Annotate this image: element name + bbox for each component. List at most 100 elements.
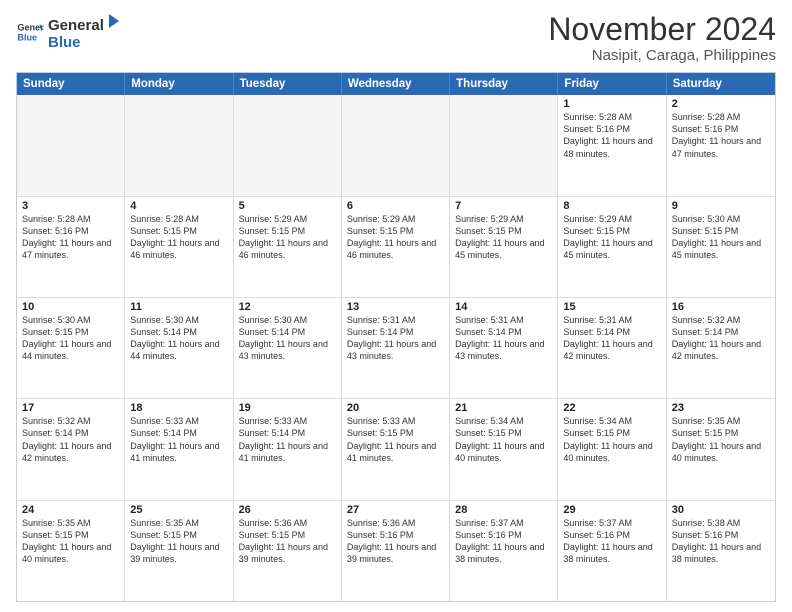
day-cell-24: 24Sunrise: 5:35 AMSunset: 5:15 PMDayligh… (17, 501, 125, 601)
day-number: 9 (672, 200, 770, 212)
day-cell-14: 14Sunrise: 5:31 AMSunset: 5:14 PMDayligh… (450, 298, 558, 398)
day-number: 5 (239, 200, 336, 212)
day-number: 2 (672, 98, 770, 110)
day-cell-9: 9Sunrise: 5:30 AMSunset: 5:15 PMDaylight… (667, 197, 775, 297)
logo: General Blue General Blue (16, 12, 124, 52)
cell-info: Sunrise: 5:31 AMSunset: 5:14 PMDaylight:… (455, 314, 552, 363)
cell-info: Sunrise: 5:37 AMSunset: 5:16 PMDaylight:… (455, 517, 552, 566)
cell-info: Sunrise: 5:36 AMSunset: 5:16 PMDaylight:… (347, 517, 444, 566)
day-cell-16: 16Sunrise: 5:32 AMSunset: 5:14 PMDayligh… (667, 298, 775, 398)
logo-general: General (48, 17, 104, 34)
cell-info: Sunrise: 5:31 AMSunset: 5:14 PMDaylight:… (563, 314, 660, 363)
calendar-week-3: 10Sunrise: 5:30 AMSunset: 5:15 PMDayligh… (17, 298, 775, 399)
month-title: November 2024 (548, 12, 776, 47)
cell-info: Sunrise: 5:29 AMSunset: 5:15 PMDaylight:… (347, 213, 444, 262)
day-cell-22: 22Sunrise: 5:34 AMSunset: 5:15 PMDayligh… (558, 399, 666, 499)
empty-cell (234, 95, 342, 195)
day-cell-10: 10Sunrise: 5:30 AMSunset: 5:15 PMDayligh… (17, 298, 125, 398)
day-cell-12: 12Sunrise: 5:30 AMSunset: 5:14 PMDayligh… (234, 298, 342, 398)
cell-info: Sunrise: 5:28 AMSunset: 5:16 PMDaylight:… (672, 111, 770, 160)
day-number: 27 (347, 504, 444, 516)
logo-icon: General Blue (16, 18, 44, 46)
day-cell-13: 13Sunrise: 5:31 AMSunset: 5:14 PMDayligh… (342, 298, 450, 398)
cell-info: Sunrise: 5:30 AMSunset: 5:14 PMDaylight:… (130, 314, 227, 363)
day-number: 24 (22, 504, 119, 516)
header-day-tuesday: Tuesday (234, 73, 342, 95)
day-cell-23: 23Sunrise: 5:35 AMSunset: 5:15 PMDayligh… (667, 399, 775, 499)
day-number: 21 (455, 402, 552, 414)
calendar-week-2: 3Sunrise: 5:28 AMSunset: 5:16 PMDaylight… (17, 197, 775, 298)
day-number: 17 (22, 402, 119, 414)
day-cell-2: 2Sunrise: 5:28 AMSunset: 5:16 PMDaylight… (667, 95, 775, 195)
cell-info: Sunrise: 5:33 AMSunset: 5:15 PMDaylight:… (347, 415, 444, 464)
day-number: 23 (672, 402, 770, 414)
day-number: 15 (563, 301, 660, 313)
day-cell-20: 20Sunrise: 5:33 AMSunset: 5:15 PMDayligh… (342, 399, 450, 499)
cell-info: Sunrise: 5:34 AMSunset: 5:15 PMDaylight:… (455, 415, 552, 464)
day-number: 16 (672, 301, 770, 313)
cell-info: Sunrise: 5:36 AMSunset: 5:15 PMDaylight:… (239, 517, 336, 566)
day-cell-17: 17Sunrise: 5:32 AMSunset: 5:14 PMDayligh… (17, 399, 125, 499)
day-number: 7 (455, 200, 552, 212)
header-day-friday: Friday (558, 73, 666, 95)
day-cell-21: 21Sunrise: 5:34 AMSunset: 5:15 PMDayligh… (450, 399, 558, 499)
header: General Blue General Blue November 2024 … (16, 12, 776, 64)
day-cell-15: 15Sunrise: 5:31 AMSunset: 5:14 PMDayligh… (558, 298, 666, 398)
cell-info: Sunrise: 5:35 AMSunset: 5:15 PMDaylight:… (672, 415, 770, 464)
day-cell-28: 28Sunrise: 5:37 AMSunset: 5:16 PMDayligh… (450, 501, 558, 601)
day-number: 8 (563, 200, 660, 212)
cell-info: Sunrise: 5:38 AMSunset: 5:16 PMDaylight:… (672, 517, 770, 566)
day-cell-19: 19Sunrise: 5:33 AMSunset: 5:14 PMDayligh… (234, 399, 342, 499)
cell-info: Sunrise: 5:32 AMSunset: 5:14 PMDaylight:… (672, 314, 770, 363)
header-day-sunday: Sunday (17, 73, 125, 95)
header-day-wednesday: Wednesday (342, 73, 450, 95)
day-cell-7: 7Sunrise: 5:29 AMSunset: 5:15 PMDaylight… (450, 197, 558, 297)
cell-info: Sunrise: 5:28 AMSunset: 5:16 PMDaylight:… (22, 213, 119, 262)
cell-info: Sunrise: 5:30 AMSunset: 5:14 PMDaylight:… (239, 314, 336, 363)
empty-cell (450, 95, 558, 195)
day-number: 30 (672, 504, 770, 516)
calendar-body: 1Sunrise: 5:28 AMSunset: 5:16 PMDaylight… (17, 95, 775, 601)
day-number: 14 (455, 301, 552, 313)
day-number: 13 (347, 301, 444, 313)
cell-info: Sunrise: 5:35 AMSunset: 5:15 PMDaylight:… (22, 517, 119, 566)
header-day-monday: Monday (125, 73, 233, 95)
day-number: 3 (22, 200, 119, 212)
day-cell-3: 3Sunrise: 5:28 AMSunset: 5:16 PMDaylight… (17, 197, 125, 297)
cell-info: Sunrise: 5:37 AMSunset: 5:16 PMDaylight:… (563, 517, 660, 566)
cell-info: Sunrise: 5:29 AMSunset: 5:15 PMDaylight:… (455, 213, 552, 262)
day-number: 6 (347, 200, 444, 212)
logo-text: General Blue (48, 12, 124, 52)
location-title: Nasipit, Caraga, Philippines (548, 47, 776, 64)
cell-info: Sunrise: 5:35 AMSunset: 5:15 PMDaylight:… (130, 517, 227, 566)
cell-info: Sunrise: 5:30 AMSunset: 5:15 PMDaylight:… (672, 213, 770, 262)
cell-info: Sunrise: 5:28 AMSunset: 5:15 PMDaylight:… (130, 213, 227, 262)
day-cell-27: 27Sunrise: 5:36 AMSunset: 5:16 PMDayligh… (342, 501, 450, 601)
day-cell-26: 26Sunrise: 5:36 AMSunset: 5:15 PMDayligh… (234, 501, 342, 601)
calendar-header: SundayMondayTuesdayWednesdayThursdayFrid… (17, 73, 775, 95)
cell-info: Sunrise: 5:34 AMSunset: 5:15 PMDaylight:… (563, 415, 660, 464)
cell-info: Sunrise: 5:32 AMSunset: 5:14 PMDaylight:… (22, 415, 119, 464)
day-number: 20 (347, 402, 444, 414)
cell-info: Sunrise: 5:29 AMSunset: 5:15 PMDaylight:… (563, 213, 660, 262)
empty-cell (17, 95, 125, 195)
calendar: SundayMondayTuesdayWednesdayThursdayFrid… (16, 72, 776, 602)
day-number: 18 (130, 402, 227, 414)
cell-info: Sunrise: 5:30 AMSunset: 5:15 PMDaylight:… (22, 314, 119, 363)
day-cell-4: 4Sunrise: 5:28 AMSunset: 5:15 PMDaylight… (125, 197, 233, 297)
calendar-week-1: 1Sunrise: 5:28 AMSunset: 5:16 PMDaylight… (17, 95, 775, 196)
svg-text:Blue: Blue (17, 32, 37, 42)
empty-cell (125, 95, 233, 195)
cell-info: Sunrise: 5:33 AMSunset: 5:14 PMDaylight:… (239, 415, 336, 464)
day-cell-30: 30Sunrise: 5:38 AMSunset: 5:16 PMDayligh… (667, 501, 775, 601)
header-day-saturday: Saturday (667, 73, 775, 95)
day-number: 1 (563, 98, 660, 110)
calendar-week-4: 17Sunrise: 5:32 AMSunset: 5:14 PMDayligh… (17, 399, 775, 500)
day-cell-29: 29Sunrise: 5:37 AMSunset: 5:16 PMDayligh… (558, 501, 666, 601)
day-number: 11 (130, 301, 227, 313)
day-number: 19 (239, 402, 336, 414)
calendar-week-5: 24Sunrise: 5:35 AMSunset: 5:15 PMDayligh… (17, 501, 775, 601)
day-number: 25 (130, 504, 227, 516)
day-number: 28 (455, 504, 552, 516)
cell-info: Sunrise: 5:28 AMSunset: 5:16 PMDaylight:… (563, 111, 660, 160)
